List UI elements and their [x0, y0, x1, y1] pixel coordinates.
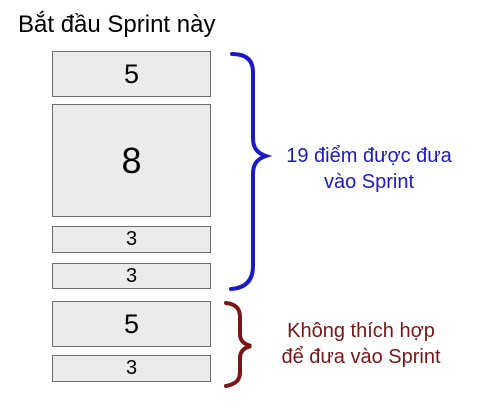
- excluded-brace: [224, 301, 252, 388]
- included-label: 19 điểm được đưa vào Sprint: [265, 143, 473, 196]
- included-label-line2: vào Sprint: [323, 171, 415, 194]
- included-brace: [229, 52, 273, 291]
- included-label-line1: 19 điểm được đưa: [286, 145, 452, 167]
- excluded-label: Không thích hợp để đưa vào Sprint: [256, 318, 466, 371]
- excluded-label-line1: Không thích hợp: [287, 320, 435, 342]
- excluded-label-line2: để đưa vào Sprint: [281, 346, 441, 369]
